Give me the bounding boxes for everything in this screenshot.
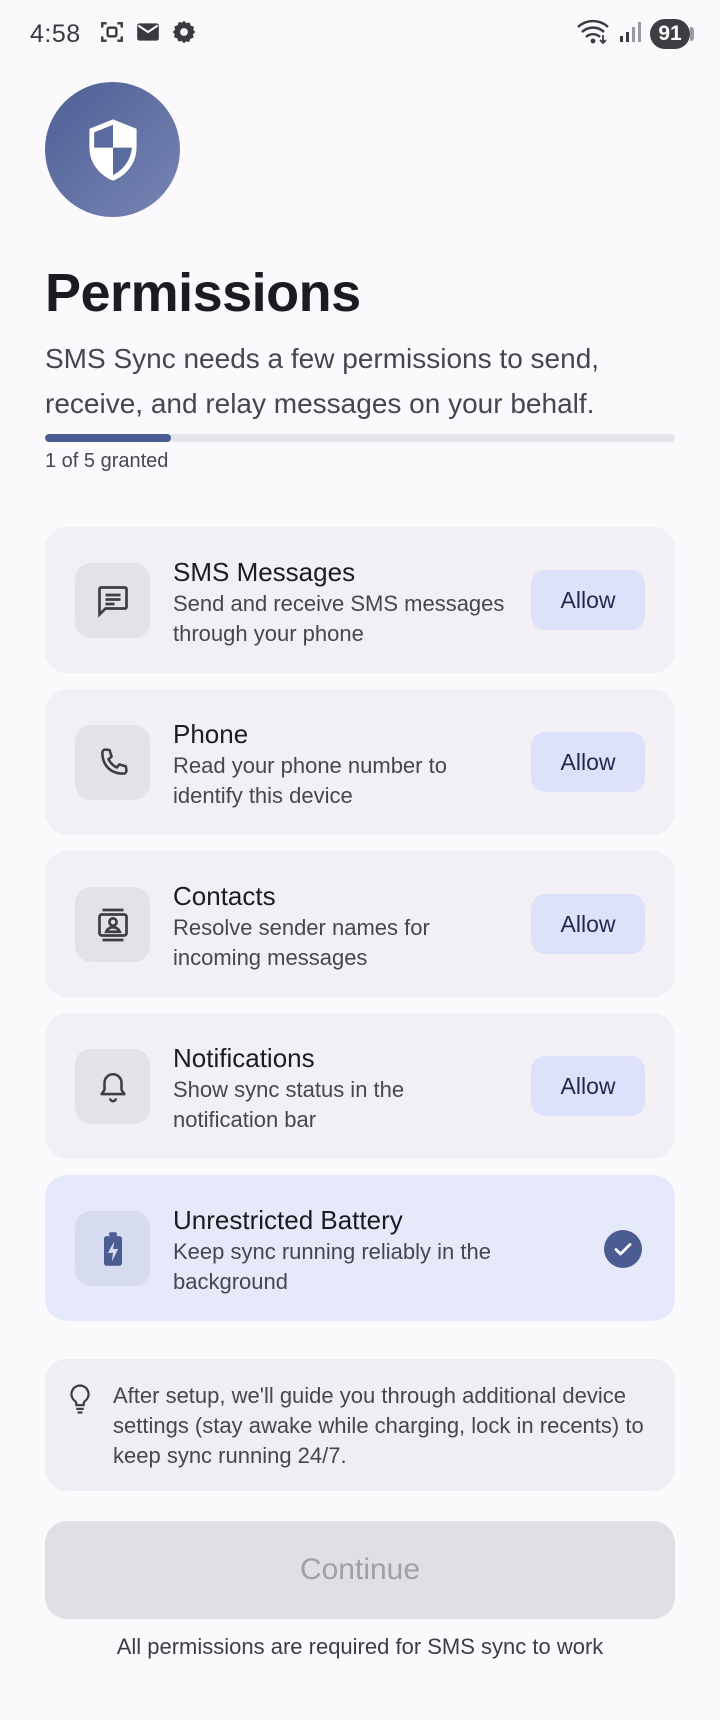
phone-icon <box>75 725 150 800</box>
permissions-progress-bar <box>45 434 675 442</box>
wifi-icon <box>576 19 610 50</box>
status-left: 4:58 <box>30 19 197 50</box>
battery-bolt-icon <box>75 1211 150 1286</box>
permission-description: Keep sync running reliably in the backgr… <box>173 1239 491 1294</box>
permission-description: Show sync status in the notification bar <box>173 1077 405 1132</box>
permission-card-phone: Phone Read your phone number to identify… <box>45 689 675 835</box>
granted-check-icon <box>604 1230 642 1268</box>
permission-description: Resolve sender names for incoming messag… <box>173 915 430 970</box>
permission-card-contacts: Contacts Resolve sender names for incomi… <box>45 851 675 997</box>
allow-sms-button[interactable]: Allow <box>531 570 645 630</box>
permission-title: SMS Messages <box>173 557 356 587</box>
status-time: 4:58 <box>30 19 81 48</box>
requirement-note: All permissions are required for SMS syn… <box>116 1634 604 1659</box>
settings-icon <box>171 19 197 50</box>
signal-icon <box>618 20 642 49</box>
tip-text: After setup, we'll guide you through add… <box>113 1383 644 1468</box>
shield-icon <box>45 82 180 217</box>
permission-title: Notifications <box>173 1043 315 1073</box>
page-subtitle: SMS Sync needs a few permissions to send… <box>45 343 600 419</box>
screenshot-icon <box>99 19 125 50</box>
permission-card-sms: SMS Messages Send and receive SMS messag… <box>45 527 675 673</box>
mail-icon <box>135 19 161 50</box>
permission-title: Unrestricted Battery <box>173 1205 403 1235</box>
lightbulb-icon <box>67 1383 93 1420</box>
page-title: Permissions <box>45 263 361 323</box>
message-icon <box>75 563 150 638</box>
permission-title: Contacts <box>173 881 276 911</box>
permission-title: Phone <box>173 719 249 749</box>
battery-indicator: 91 <box>650 19 694 49</box>
setup-tip: After setup, we'll guide you through add… <box>45 1359 675 1491</box>
contacts-icon <box>75 887 150 962</box>
permission-card-notifications: Notifications Show sync status in the no… <box>45 1013 675 1159</box>
allow-contacts-button[interactable]: Allow <box>531 894 645 954</box>
allow-phone-button[interactable]: Allow <box>531 732 645 792</box>
status-right: 91 <box>576 19 694 50</box>
progress-fill <box>45 434 171 442</box>
permission-card-battery: Unrestricted Battery Keep sync running r… <box>45 1175 675 1321</box>
bell-icon <box>75 1049 150 1124</box>
permission-description: Read your phone number to identify this … <box>173 753 447 808</box>
progress-label: 1 of 5 granted <box>45 450 169 472</box>
allow-notifications-button[interactable]: Allow <box>531 1056 645 1116</box>
permission-description: Send and receive SMS messages through yo… <box>173 591 505 646</box>
continue-button[interactable]: Continue <box>45 1521 675 1619</box>
status-bar: 4:58 91 <box>0 0 720 68</box>
